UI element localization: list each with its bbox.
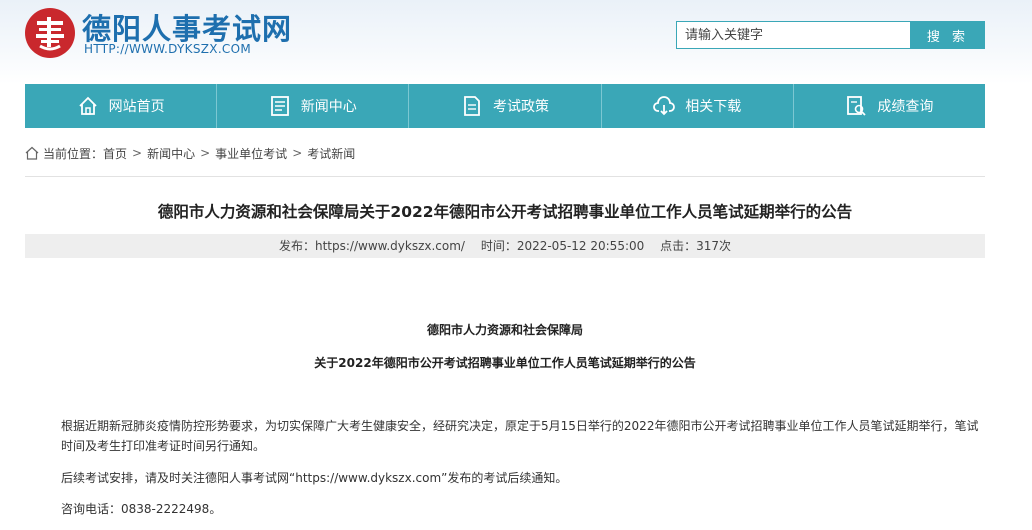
search-button[interactable]: 搜 索	[911, 21, 985, 49]
main-nav: 网站首页 新闻中心 考试政策 相关下载 成绩查询	[25, 84, 985, 128]
nav-item-scores[interactable]: 成绩查询	[794, 84, 985, 128]
nav-item-label: 相关下载	[685, 99, 742, 115]
meta-clicks: 点击：317次	[660, 239, 731, 253]
nav-item-label: 考试政策	[493, 99, 549, 115]
home-icon	[25, 146, 39, 160]
breadcrumb-separator: >	[200, 146, 211, 160]
article-title: 德阳市人力资源和社会保障局关于2022年德阳市公开考试招聘事业单位工作人员笔试延…	[157, 203, 853, 221]
article-meta: 发布：https://www.dykszx.com/ 时间：2022-05-12…	[25, 234, 985, 258]
score-search-icon	[845, 95, 867, 117]
meta-source: 发布：https://www.dykszx.com/	[279, 239, 465, 253]
breadcrumb-link-exam-news[interactable]: 考试新闻	[307, 145, 355, 162]
breadcrumb: 当前位置： 首页 > 新闻中心 > 事业单位考试 > 考试新闻	[25, 144, 355, 162]
nav-item-label: 新闻中心	[300, 99, 357, 115]
breadcrumb-separator: >	[292, 146, 303, 160]
nav-item-policy[interactable]: 考试政策	[409, 84, 602, 128]
meta-time: 时间：2022-05-12 20:55:00	[480, 239, 645, 253]
nav-item-download[interactable]: 相关下载	[602, 84, 794, 128]
nav-item-home[interactable]: 网站首页	[25, 84, 218, 128]
site-url: HTTP://WWW.DYKSZX.COM	[84, 42, 252, 56]
breadcrumb-link-institution-exam[interactable]: 事业单位考试	[215, 145, 287, 162]
home-icon	[77, 95, 99, 117]
divider	[25, 176, 985, 177]
issuing-organization: 德阳市人力资源和社会保障局	[426, 323, 583, 337]
breadcrumb-link-news[interactable]: 新闻中心	[147, 145, 195, 162]
nav-item-news[interactable]: 新闻中心	[217, 84, 410, 128]
article-paragraph: 后续考试安排，请及时关注德阳人事考试网“https://www.dykszx.c…	[61, 471, 568, 485]
breadcrumb-link-home[interactable]: 首页	[103, 145, 127, 162]
article-paragraph: 咨询电话：0838-2222498。	[61, 502, 222, 516]
breadcrumb-separator: >	[132, 146, 143, 160]
download-icon	[653, 95, 676, 117]
news-icon	[269, 95, 291, 117]
article-paragraph: 根据近期新冠肺炎疫情防控形势要求，为切实保障广大考生健康安全，经研究决定，原定于…	[61, 419, 979, 453]
breadcrumb-prefix: 当前位置：	[43, 146, 104, 161]
nav-item-label: 成绩查询	[877, 99, 934, 115]
notice-title: 关于2022年德阳市公开考试招聘事业单位工作人员笔试延期举行的公告	[314, 356, 696, 370]
nav-item-label: 网站首页	[108, 99, 165, 115]
search-input[interactable]	[676, 21, 911, 49]
site-logo[interactable]	[25, 8, 75, 58]
policy-icon	[461, 95, 483, 117]
